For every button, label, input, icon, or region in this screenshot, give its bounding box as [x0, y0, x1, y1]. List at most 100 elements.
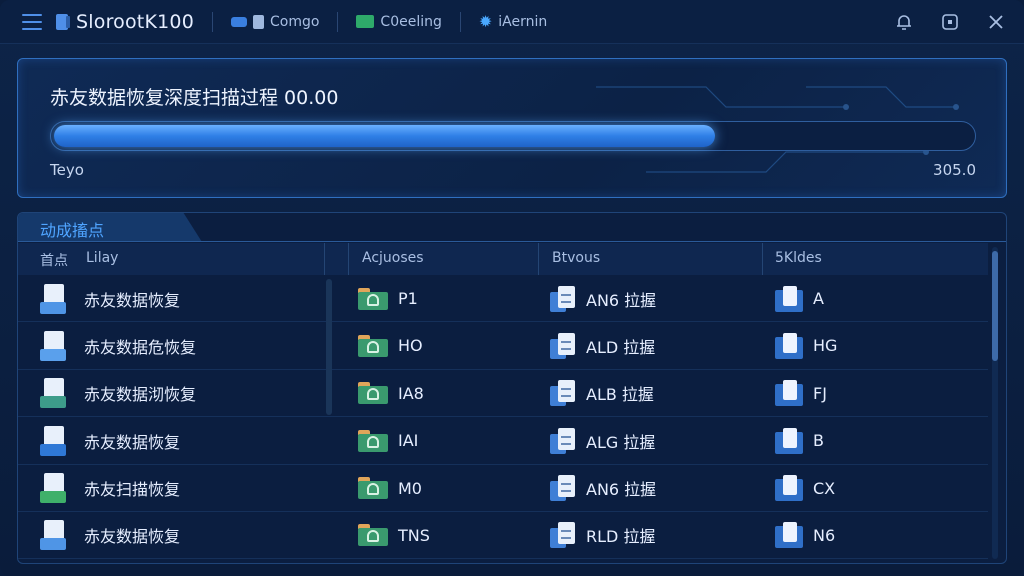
image-file-icon: [775, 475, 803, 502]
bell-icon[interactable]: [894, 12, 914, 32]
toolbar-item-label: C0eeling: [380, 13, 442, 30]
cell-label: HO: [398, 336, 423, 356]
cell-label: 赤友数据恢复: [84, 527, 181, 547]
app-window: SlorootK100 Comgo C0eeling ✹ iAernin 赤友数…: [0, 0, 1024, 576]
menu-icon[interactable]: [22, 13, 42, 30]
cell-size: A: [775, 275, 824, 322]
cell-label: HG: [813, 336, 838, 356]
column-header[interactable]: 5Kldes: [775, 250, 822, 266]
image-file-icon: [775, 380, 803, 407]
cell-size: N6: [775, 512, 835, 559]
cell-label: 赤友数据恢复: [84, 432, 181, 452]
file-recovery-icon: [40, 520, 66, 551]
scan-progress-panel: 赤友数据恢复深度扫描过程 00.00 Teyo 305.0: [17, 58, 1007, 198]
cell-label: IA8: [398, 383, 424, 403]
scrollbar-thumb[interactable]: [992, 251, 998, 361]
cell-label: TNS: [398, 525, 430, 545]
cell-label: B: [813, 431, 824, 451]
results-table-panel: 动成搐点 首点 Lilay Acjuoses Btvous 5Kldes 赤友数…: [17, 212, 1007, 564]
column-header[interactable]: Btvous: [552, 250, 600, 266]
file-base: [40, 491, 66, 504]
file-recovery-icon: [40, 330, 66, 361]
cell-status: RLD 拉握: [550, 512, 655, 559]
cell-label: AN6 拉握: [586, 290, 657, 310]
progress-title: 赤友数据恢复深度扫描过程 00.00: [50, 87, 339, 109]
column-divider: [348, 243, 349, 275]
cell-label: ALD 拉握: [586, 337, 656, 357]
table-row[interactable]: 赤友数据沏恢复 IA8 ALB 拉握 FJ: [18, 370, 988, 418]
cell-status: ALD 拉握: [550, 322, 655, 369]
document-icon: [550, 427, 576, 454]
cell-type: P1: [358, 275, 418, 322]
toolbar-item-label: iAernin: [498, 13, 548, 30]
column-header[interactable]: 首点: [40, 250, 68, 270]
toolbar-item-label: Comgo: [269, 13, 320, 30]
file-base: [40, 396, 66, 409]
cell-label: 赤友数据危恢复: [84, 337, 197, 357]
tab-results[interactable]: 动成搐点: [18, 213, 202, 242]
separator: [211, 11, 213, 32]
column-scrollbar[interactable]: [326, 279, 332, 415]
column-divider: [538, 243, 539, 275]
column-divider: [324, 243, 325, 275]
column-header[interactable]: Lilay: [86, 250, 118, 266]
cell-type: HO: [358, 322, 423, 369]
progress-end-label: 305.0: [933, 161, 976, 179]
gear-icon: ✹: [478, 12, 493, 31]
table-row[interactable]: 赤友数据恢复 TNS RLD 拉握 N6: [18, 512, 988, 560]
file-recovery-icon: [40, 425, 66, 456]
toolbar-item-c0eeling[interactable]: C0eeling: [356, 13, 442, 30]
close-icon[interactable]: [986, 12, 1006, 32]
toolbar-item-comgo[interactable]: Comgo: [230, 13, 320, 30]
vertical-scrollbar[interactable]: [992, 247, 998, 559]
cell-name: 赤友数据恢复: [40, 275, 180, 322]
image-file-icon: [775, 427, 803, 454]
cell-type: IA8: [358, 370, 424, 417]
image-file-icon: [775, 522, 803, 549]
cell-label: 赤友数据恢复: [84, 290, 181, 310]
cell-status: ALB 拉握: [550, 370, 654, 417]
cell-type: TNS: [358, 512, 430, 559]
image-file-icon: [775, 332, 803, 359]
progress-fill: [54, 125, 715, 147]
table-row[interactable]: 赤友数据恢复 IAI ALG 拉握 B: [18, 417, 988, 465]
column-header[interactable]: Acjuoses: [362, 250, 424, 266]
folder-icon: [358, 524, 388, 547]
cell-label: ALG 拉握: [586, 432, 656, 452]
image-file-icon: [775, 285, 803, 312]
cell-label: ALB 拉握: [586, 385, 654, 405]
file-base: [40, 348, 66, 361]
file-recovery-icon: [40, 283, 66, 314]
cell-label: A: [813, 289, 824, 308]
cell-type: M0: [358, 465, 422, 512]
cell-label: IAI: [398, 431, 419, 451]
table-row[interactable]: 赤友数据危恢复 HO ALD 拉握 HG: [18, 322, 988, 370]
app-title: SlorootK100: [76, 10, 194, 33]
table-body: 赤友数据恢复 P1 AN6 拉握 A 赤友数据危恢复 HO ALD 拉握 HG …: [18, 275, 988, 560]
stop-icon[interactable]: [940, 12, 960, 32]
app-logo-icon: [56, 13, 70, 30]
cell-name: 赤友数据危恢复: [40, 322, 196, 369]
folder-icon: [358, 382, 388, 405]
document-icon: [550, 332, 576, 359]
document-icon: [550, 475, 576, 502]
cell-label: CX: [813, 478, 836, 498]
file-base: [40, 443, 66, 456]
table-row[interactable]: 赤友扫描恢复 M0 AN6 拉握 CX: [18, 465, 988, 512]
document-icon: [550, 380, 576, 407]
table-header: 首点 Lilay Acjuoses Btvous 5Kldes: [18, 243, 988, 275]
cell-label: N6: [813, 525, 836, 545]
cell-label: P1: [398, 289, 418, 308]
gamepad-icon: [230, 16, 247, 27]
document-icon: [550, 285, 576, 312]
folder-icon: [358, 287, 388, 310]
toolbar-item-iaernin[interactable]: ✹ iAernin: [479, 12, 547, 31]
folder-icon: [358, 334, 388, 357]
cell-label: 赤友扫描恢复: [84, 480, 181, 500]
cell-name: 赤友扫描恢复: [40, 465, 180, 512]
table-row[interactable]: 赤友数据恢复 P1 AN6 拉握 A: [18, 275, 988, 323]
cell-size: CX: [775, 465, 835, 512]
file-icon: [252, 14, 264, 29]
document-icon: [550, 522, 576, 549]
cell-label: 赤友数据沏恢复: [84, 385, 197, 405]
